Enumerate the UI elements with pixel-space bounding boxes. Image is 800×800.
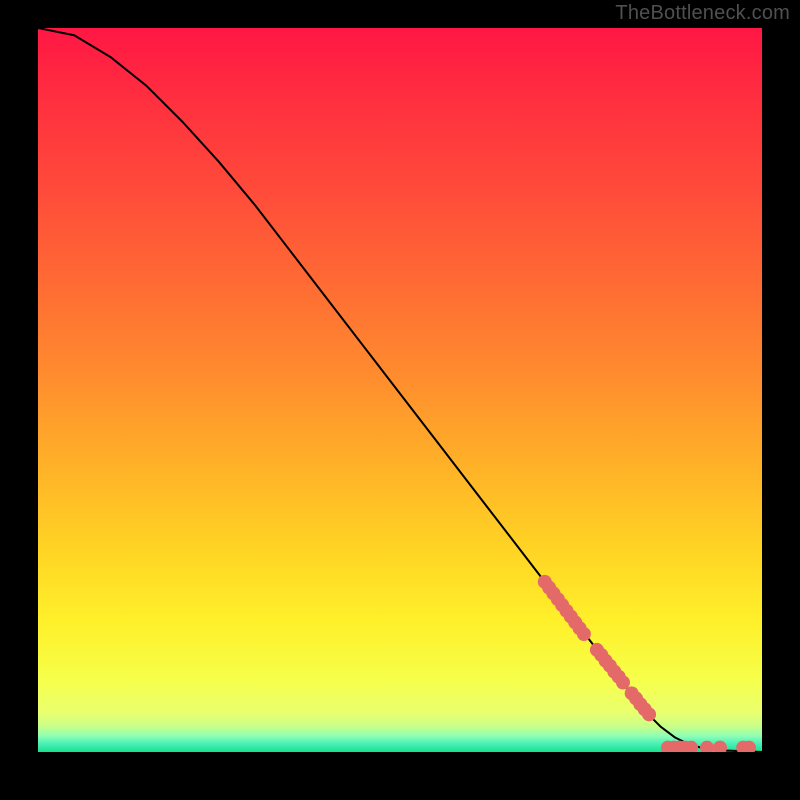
scatter-point [616,675,630,689]
chart-stage: TheBottleneck.com [0,0,800,800]
scatter-point [642,707,656,721]
scatter-point [577,627,591,641]
watermark-label: TheBottleneck.com [615,2,790,25]
scatter-point [700,741,714,752]
scatter-layer [38,28,762,752]
plot-area [38,28,762,752]
scatter-point [713,741,727,752]
